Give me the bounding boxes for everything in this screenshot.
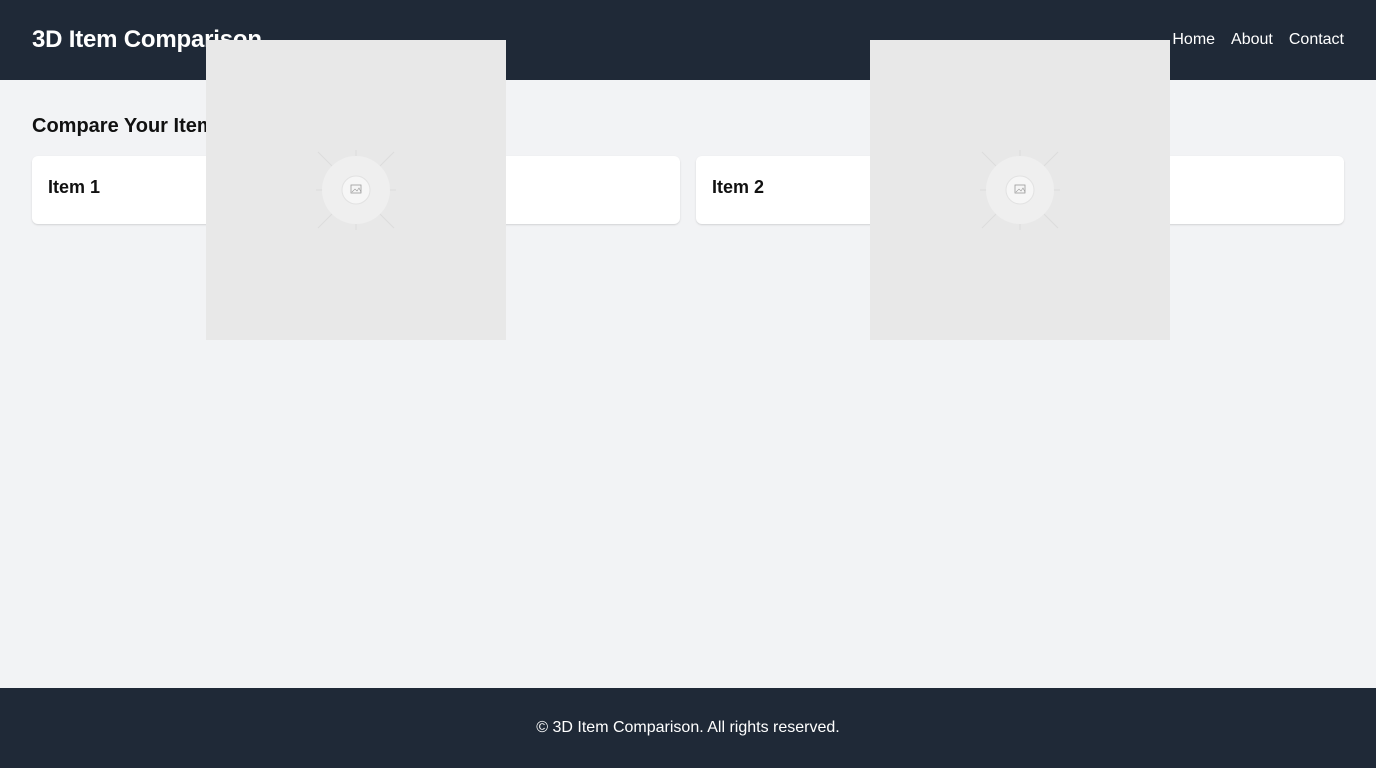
nav-home-link[interactable]: Home [1172, 30, 1215, 50]
main-nav: Home About Contact [1172, 30, 1344, 50]
site-footer: © 3D Item Comparison. All rights reserve… [0, 688, 1376, 768]
item-card-title: Item 2 [712, 177, 765, 197]
nav-contact-link[interactable]: Contact [1289, 30, 1344, 50]
3d-viewer-item-1[interactable] [206, 40, 506, 340]
3d-viewer-item-2[interactable] [870, 40, 1170, 340]
image-placeholder-icon [316, 150, 396, 230]
page: 3D Item Comparison Home About Contact Co… [0, 0, 1376, 768]
nav-about-link[interactable]: About [1231, 30, 1273, 50]
page-heading: Compare Your Items [32, 115, 226, 137]
image-placeholder-icon [980, 150, 1060, 230]
item-card-title: Item 1 [48, 177, 101, 197]
copyright-text: © 3D Item Comparison. All rights reserve… [536, 719, 840, 736]
